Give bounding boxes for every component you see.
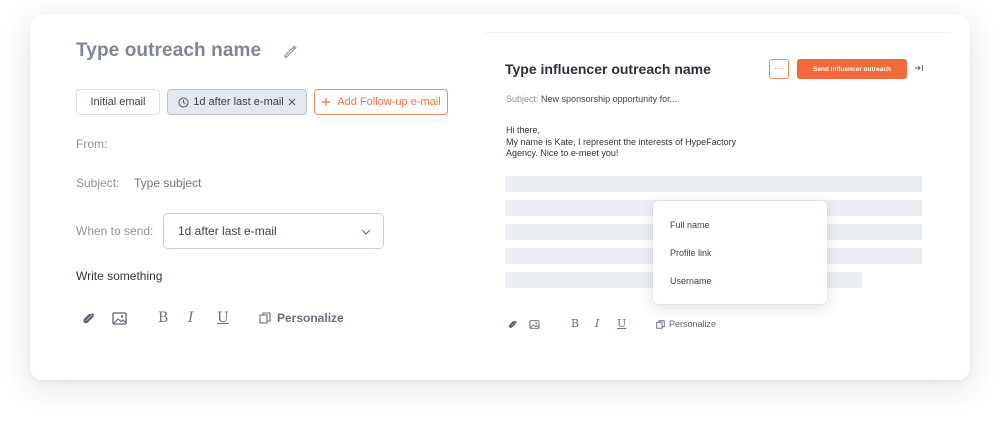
underline-button[interactable]: U [617,317,626,330]
add-followup-label: Add Follow-up e-mail [337,96,441,108]
preview-body-line: Agency. Nice to e-meet you! [506,148,619,158]
tab-initial-email-label: Initial email [90,96,146,108]
add-followup-button[interactable]: Add Follow-up e-mail [314,89,448,115]
chevron-down-icon [361,229,371,235]
personalize-button[interactable]: Personalize [656,319,716,329]
send-influencer-outreach-button[interactable]: Send influencer outreach [797,59,907,79]
underline-button[interactable]: U [217,310,229,326]
italic-button[interactable]: I [595,317,599,330]
tab-initial-email[interactable]: Initial email [76,89,160,115]
when-to-send-label: When to send: [76,224,154,238]
image-icon[interactable] [529,320,540,329]
when-to-send-value: 1d after last e-mail [178,224,277,238]
close-icon[interactable] [288,98,296,106]
dropdown-item-username[interactable]: Username [670,276,712,286]
preview-body-line: Hi there, [506,125,541,135]
personalize-dropdown: Full name Profile link Username [653,201,827,304]
copy-icon [656,319,665,329]
bold-button[interactable]: B [571,317,579,330]
placeholder-text-bar [505,176,922,192]
copy-icon [259,312,271,324]
from-label: From: [76,137,108,151]
paperclip-icon[interactable] [508,319,518,330]
collapse-panel-icon[interactable] [914,63,924,73]
preview-subject-value: New sponsorship opportunity for... [541,94,678,104]
personalize-button[interactable]: Personalize [259,311,344,325]
more-options-button[interactable]: ··· [769,59,789,79]
dropdown-item-full-name[interactable]: Full name [670,220,710,230]
when-to-send-select[interactable]: 1d after last e-mail [163,213,384,249]
plus-icon [322,98,331,106]
write-something-label[interactable]: Write something [76,269,162,283]
image-icon[interactable] [112,312,127,325]
personalize-label: Personalize [277,311,344,325]
outreach-editor-card: Type outreach name Initial email 1d afte… [30,14,970,380]
tab-followup-1d[interactable]: 1d after last e-mail [167,89,307,115]
subject-label: Subject: [76,176,120,190]
preview-subject: Subject: New sponsorship opportunity for… [506,94,677,104]
paperclip-icon[interactable] [82,311,96,326]
italic-button[interactable]: I [188,310,194,326]
tab-followup-label: 1d after last e-mail [193,96,284,108]
bold-button[interactable]: B [158,310,168,326]
edit-icon[interactable] [282,43,298,59]
influencer-outreach-title[interactable]: Type influencer outreach name [505,61,711,77]
preview-subject-label: Subject: [506,94,539,104]
right-panel-divider [485,32,951,33]
preview-body: Hi there, My name is Kate, I represent t… [506,125,736,160]
subject-input[interactable] [134,176,334,190]
outreach-title[interactable]: Type outreach name [76,40,261,62]
personalize-label: Personalize [669,319,717,329]
clock-icon [178,96,189,108]
preview-body-line: My name is Kate, I represent the interes… [506,136,737,147]
dropdown-item-profile-link[interactable]: Profile link [670,248,712,258]
